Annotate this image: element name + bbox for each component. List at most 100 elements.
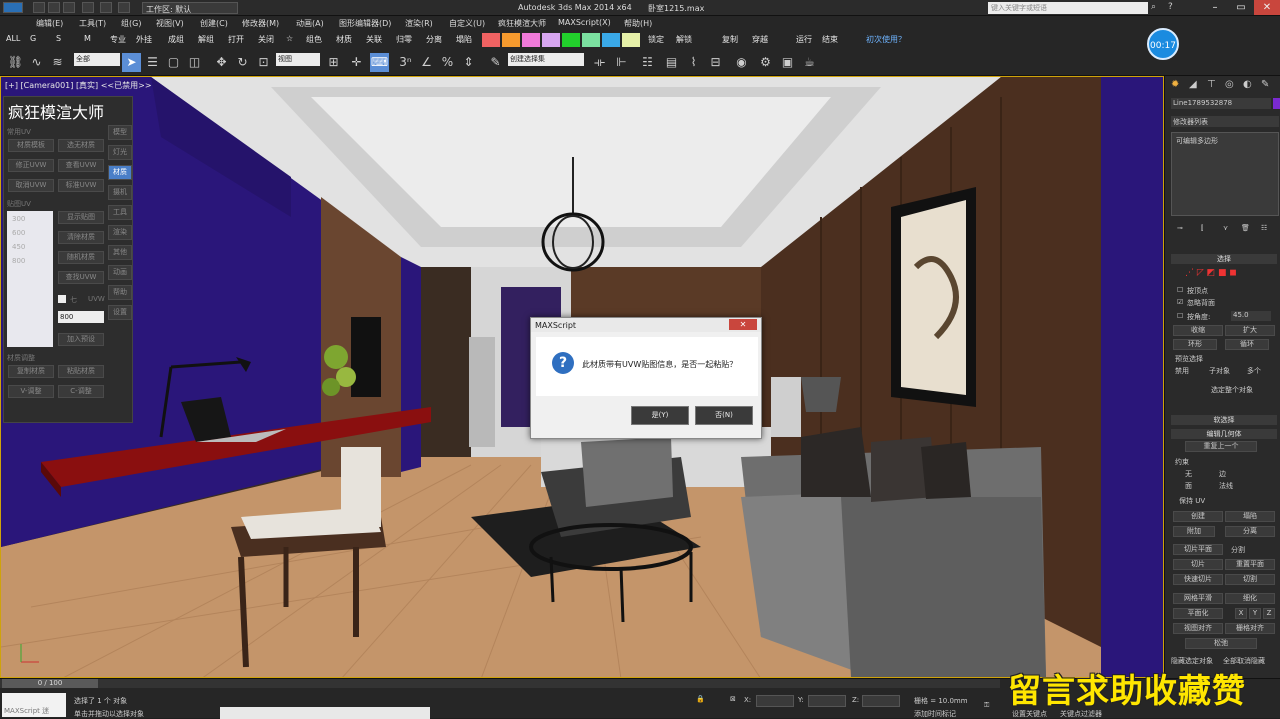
color-swatch-5[interactable] <box>562 33 580 47</box>
attach-button[interactable]: 附加 <box>1173 526 1215 537</box>
plugin-tab-4[interactable]: 摄机 <box>108 185 132 200</box>
menu-graph-editors[interactable]: 图形编辑器(D) <box>339 18 391 29</box>
color-swatch-4[interactable] <box>542 33 560 47</box>
menu-views[interactable]: 视图(V) <box>156 18 184 29</box>
hold-icon[interactable] <box>118 2 130 13</box>
planar-z-button[interactable]: Z <box>1263 608 1275 619</box>
rendered-frame-icon[interactable]: ▣ <box>778 53 797 72</box>
menu-rendering[interactable]: 渲染(R) <box>405 18 433 29</box>
first-use-link[interactable]: 初次使用？ <box>866 34 906 45</box>
menu-maxscript[interactable]: MAXScript(X) <box>558 18 611 27</box>
utilities-tab-icon[interactable]: ✎ <box>1261 79 1269 90</box>
cmd-plugin[interactable]: 外挂 <box>136 34 152 45</box>
constraint-none[interactable]: 无 <box>1185 469 1192 479</box>
viewport-label[interactable]: [+] [Camera001] [真实] <<已禁用>> <box>5 80 152 91</box>
reset-plane-button[interactable]: 重置平面 <box>1225 559 1275 570</box>
meshsmooth-button[interactable]: 网格平滑 <box>1173 593 1223 604</box>
slice-button[interactable]: 切片 <box>1173 559 1223 570</box>
angle-spinner[interactable]: 45.0 <box>1231 311 1271 321</box>
pin-stack-icon[interactable]: ⊸ <box>1177 224 1183 232</box>
render-setup-icon[interactable]: ⚙ <box>756 53 775 72</box>
by-angle-checkbox[interactable]: ☐ <box>1177 312 1183 320</box>
loop-button[interactable]: 循环 <box>1225 339 1269 350</box>
select-whole-object[interactable]: 选定整个对象 <box>1211 385 1253 395</box>
time-slider-thumb[interactable]: 0 / 100 <box>2 679 98 688</box>
plugin-tab-8[interactable]: 动画 <box>108 265 132 280</box>
render-teapot-icon[interactable]: ☕ <box>800 53 819 72</box>
cut-button[interactable]: 切割 <box>1225 574 1275 585</box>
modify-tab-icon[interactable]: ◢ <box>1189 79 1197 90</box>
pivot-center-icon[interactable]: ⊞ <box>324 53 343 72</box>
y-coordinate-field[interactable] <box>808 695 846 707</box>
time-slider[interactable]: 0 / 100 <box>0 679 1000 688</box>
cmd-run[interactable]: 运行 <box>796 34 812 45</box>
preserve-uv-label[interactable]: 保持 UV <box>1179 496 1205 506</box>
tex-btn-3[interactable]: 随机材质 <box>58 251 104 264</box>
plugin-tab-2[interactable]: 灯光 <box>108 145 132 160</box>
create-tab-icon[interactable]: ✹ <box>1171 79 1179 90</box>
undo-icon[interactable] <box>82 2 94 13</box>
plugin-tab-5[interactable]: 工具 <box>108 205 132 220</box>
color-swatch-7[interactable] <box>602 33 620 47</box>
quickslice-button[interactable]: 快速切片 <box>1173 574 1223 585</box>
color-swatch-3[interactable] <box>522 33 540 47</box>
tab-g[interactable]: G <box>30 34 36 43</box>
snap-3d-icon[interactable]: 3ⁿ <box>396 53 415 72</box>
ignore-backface-checkbox[interactable]: ☑ <box>1177 298 1183 306</box>
tab-m[interactable]: M <box>84 34 91 43</box>
angle-snap-icon[interactable]: ∠ <box>417 53 436 72</box>
uv-btn-3[interactable]: 修正UVW <box>8 159 54 172</box>
lock-selection-icon[interactable]: 🔒 <box>696 695 705 703</box>
search-icon[interactable]: ⌕ <box>1151 2 1163 14</box>
uv-btn-5[interactable]: 取消UVW <box>8 179 54 192</box>
plugin-tab-6[interactable]: 渲染 <box>108 225 132 240</box>
constraint-normal[interactable]: 法线 <box>1219 481 1233 491</box>
size-450[interactable]: 450 <box>12 243 25 251</box>
keyboard-shortcut-icon[interactable]: ⌨ <box>370 53 389 72</box>
view-align-button[interactable]: 视图对齐 <box>1173 623 1223 634</box>
ref-coord-dropdown[interactable]: 视图 <box>276 53 320 66</box>
cmd-copy[interactable]: 复制 <box>722 34 738 45</box>
relax-button[interactable]: 松弛 <box>1185 638 1257 649</box>
slice-plane-button[interactable]: 切片平面 <box>1173 544 1223 555</box>
dialog-close-button[interactable]: ✕ <box>729 319 757 330</box>
edit-named-sel-icon[interactable]: ✎ <box>486 53 505 72</box>
grid-align-button[interactable]: 栅格对齐 <box>1225 623 1275 634</box>
uv-btn-4[interactable]: 查看UVW <box>58 159 104 172</box>
size-300[interactable]: 300 <box>12 215 25 223</box>
edit-geometry-rollout[interactable]: 编辑几何体 <box>1171 429 1277 439</box>
tex-btn-4[interactable]: 查找UVW <box>58 271 104 284</box>
object-name-field[interactable]: Line1789532878 <box>1171 98 1271 109</box>
size-600[interactable]: 600 <box>12 229 25 237</box>
bind-spacewarp-icon[interactable]: ≋ <box>48 53 67 72</box>
plugin-tab-1[interactable]: 模型 <box>108 125 132 140</box>
checkbox-1[interactable] <box>58 295 66 303</box>
make-unique-icon[interactable]: ⋎ <box>1223 224 1228 232</box>
schematic-view-icon[interactable]: ⊟ <box>706 53 725 72</box>
v-adjust-button[interactable]: V-调整 <box>8 385 54 398</box>
add-preset-button[interactable]: 加入预设 <box>58 333 104 346</box>
select-by-name-icon[interactable]: ☰ <box>143 53 162 72</box>
by-vertex-checkbox[interactable]: ☐ <box>1177 286 1183 294</box>
menu-plugin[interactable]: 疯狂模渲大师 <box>498 18 546 29</box>
no-button[interactable]: 否(N) <box>695 406 753 425</box>
copy-material-button[interactable]: 复制材质 <box>8 365 54 378</box>
detach-button[interactable]: 分离 <box>1225 526 1275 537</box>
shrink-button[interactable]: 收缩 <box>1173 325 1223 336</box>
tessellate-button[interactable]: 细化 <box>1225 593 1275 604</box>
cmd-ungroup[interactable]: 解组 <box>198 34 214 45</box>
size-800[interactable]: 800 <box>12 257 25 265</box>
size-spinner[interactable]: 800 <box>58 311 104 323</box>
make-planar-button[interactable]: 平面化 <box>1173 608 1223 619</box>
scale-icon[interactable]: ⊡ <box>254 53 273 72</box>
link-icon[interactable]: ⛓ <box>6 53 25 72</box>
align-icon[interactable]: ⊩ <box>612 53 631 72</box>
show-end-icon[interactable]: ⫿ <box>1201 224 1203 233</box>
subobject-icons[interactable]: ⋰ ◸ ◩ ■ ◼ <box>1185 268 1237 278</box>
color-swatch-8[interactable] <box>622 33 640 47</box>
named-selection-dropdown[interactable]: 创建选择集 <box>508 53 584 66</box>
move-icon[interactable]: ✥ <box>212 53 231 72</box>
app-logo-icon[interactable] <box>3 2 23 13</box>
preview-disabled-radio[interactable]: 禁用 <box>1175 366 1189 376</box>
spinner-snap-icon[interactable]: ⇕ <box>459 53 478 72</box>
